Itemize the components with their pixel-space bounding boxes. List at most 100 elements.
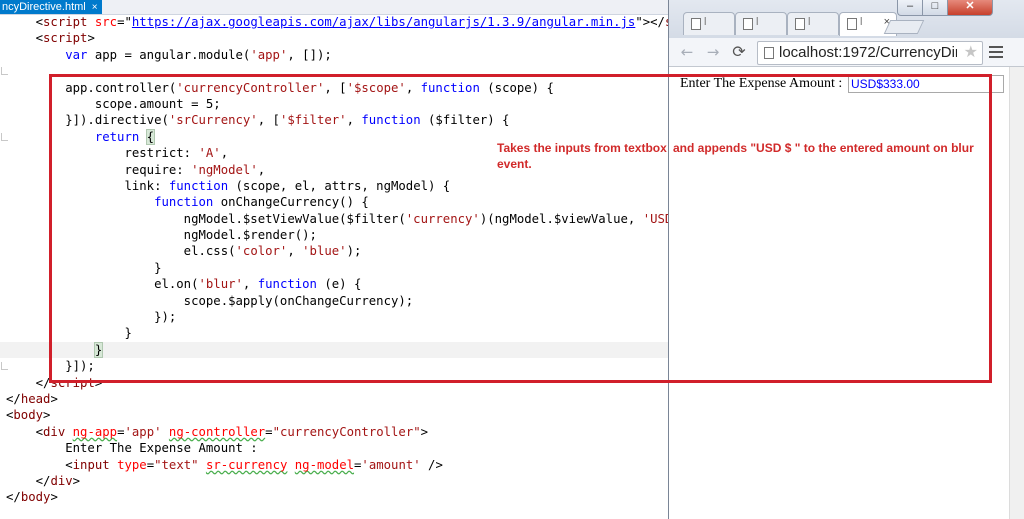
editor-tab-bar: ncyDirective.html ×	[0, 0, 668, 15]
code-token: >	[72, 473, 81, 488]
code-token: sr-currency	[205, 457, 288, 472]
code-text: <script src="https://ajax.googleapis.com…	[6, 14, 668, 30]
close-icon[interactable]: ×	[92, 1, 98, 15]
back-icon[interactable]: ←	[677, 42, 697, 62]
code-token: src	[94, 15, 118, 29]
code-line[interactable]: <script>	[0, 30, 668, 46]
code-token: var	[65, 47, 88, 62]
code-token: 'app'	[250, 47, 288, 62]
code-token: ">	[635, 15, 651, 29]
code-token: , []);	[287, 47, 332, 62]
code-line[interactable]: <input type="text" sr-currency ng-model=…	[0, 457, 668, 473]
file-tab[interactable]: ncyDirective.html ×	[0, 0, 102, 14]
code-token: app = angular.module(	[87, 47, 251, 62]
code-token: </	[650, 15, 665, 29]
reload-icon[interactable]: ⟳	[729, 42, 749, 62]
annotation-text-2: and appends "USD $ " to the entered amou…	[673, 141, 974, 155]
code-token: div	[43, 424, 66, 439]
code-text: <script>	[6, 30, 95, 46]
minimize-button[interactable]: –	[897, 0, 923, 16]
code-token: <	[65, 457, 73, 472]
code-token: 'app'	[124, 424, 162, 439]
browser-tab-2[interactable]: l	[735, 12, 787, 35]
url-text[interactable]: localhost:1972/CurrencyDirec	[779, 44, 957, 61]
star-icon[interactable]: ★	[964, 42, 978, 61]
annotation-text-1: Takes the inputs from textbox	[497, 141, 667, 155]
code-token: >	[50, 391, 58, 406]
browser-tab-1[interactable]: l	[683, 12, 735, 35]
address-bar[interactable]: localhost:1972/CurrencyDirec ★	[757, 41, 983, 65]
page-icon	[795, 18, 805, 30]
code-token: />	[420, 457, 443, 472]
code-token: body	[20, 490, 51, 505]
code-token: <	[35, 424, 44, 439]
code-token: =	[146, 457, 155, 472]
code-token: head	[20, 391, 51, 406]
code-line[interactable]: var app = angular.module('app', []);	[0, 47, 668, 63]
code-token: </	[6, 490, 21, 505]
page-icon	[743, 18, 753, 30]
code-token: </	[35, 473, 51, 488]
browser-tab-3[interactable]: l	[787, 12, 839, 35]
code-text: </body>	[6, 489, 58, 505]
code-token: </	[6, 391, 21, 406]
code-token: "currencyController"	[272, 424, 421, 439]
code-text: var app = angular.module('app', []);	[6, 47, 332, 63]
code-line[interactable]: </div>	[0, 473, 668, 489]
code-line[interactable]: <script src="https://ajax.googleapis.com…	[0, 14, 668, 30]
menu-icon[interactable]	[989, 43, 1003, 61]
code-text: Enter The Expense Amount :	[6, 440, 258, 456]
code-token: script	[43, 15, 88, 29]
code-token: https://ajax.googleapis.com/ajax/libs/an…	[131, 15, 636, 29]
new-tab-button[interactable]	[883, 20, 925, 34]
code-token: >	[420, 424, 429, 439]
code-token: type	[117, 457, 147, 472]
code-token: >	[50, 490, 58, 505]
code-token: <	[35, 31, 44, 46]
scrollbar[interactable]	[1009, 67, 1024, 519]
code-token: ng-model	[294, 457, 355, 472]
code-line[interactable]: </head>	[0, 391, 668, 407]
file-tab-label: ncyDirective.html	[2, 1, 86, 13]
code-token: div	[50, 473, 73, 488]
code-token: ng-app	[72, 424, 118, 439]
code-text: <div ng-app='app' ng-controller="currenc…	[6, 424, 428, 440]
browser-tab-label: l	[808, 16, 811, 28]
code-line[interactable]: </body>	[0, 489, 668, 505]
collapse-guide-icon	[1, 67, 8, 76]
code-token: "text"	[154, 457, 199, 472]
code-text: <input type="text" sr-currency ng-model=…	[6, 457, 443, 473]
code-text: </head>	[6, 391, 58, 407]
code-token: ="	[117, 15, 132, 29]
close-window-button[interactable]: ✕	[947, 0, 993, 16]
code-token: input	[72, 457, 110, 472]
code-line[interactable]: Enter The Expense Amount :	[0, 440, 668, 456]
code-text: </div>	[6, 473, 80, 489]
code-line[interactable]: <body>	[0, 407, 668, 423]
code-text: <body>	[6, 407, 50, 423]
maximize-button[interactable]: □	[922, 0, 948, 16]
code-line[interactable]: <div ng-app='app' ng-controller="currenc…	[0, 424, 668, 440]
browser-tab-label: l	[704, 16, 707, 28]
code-token: Enter The Expense Amount :	[6, 441, 258, 456]
code-token: =	[265, 424, 273, 439]
browser-tab-label: l	[756, 16, 759, 28]
highlight-box	[49, 74, 992, 383]
code-token: >	[43, 408, 51, 423]
forward-icon[interactable]: →	[703, 42, 723, 62]
page-icon	[847, 18, 857, 30]
code-token: body	[13, 408, 44, 423]
browser-titlebar: l l l l × – □ ✕	[669, 0, 1024, 38]
